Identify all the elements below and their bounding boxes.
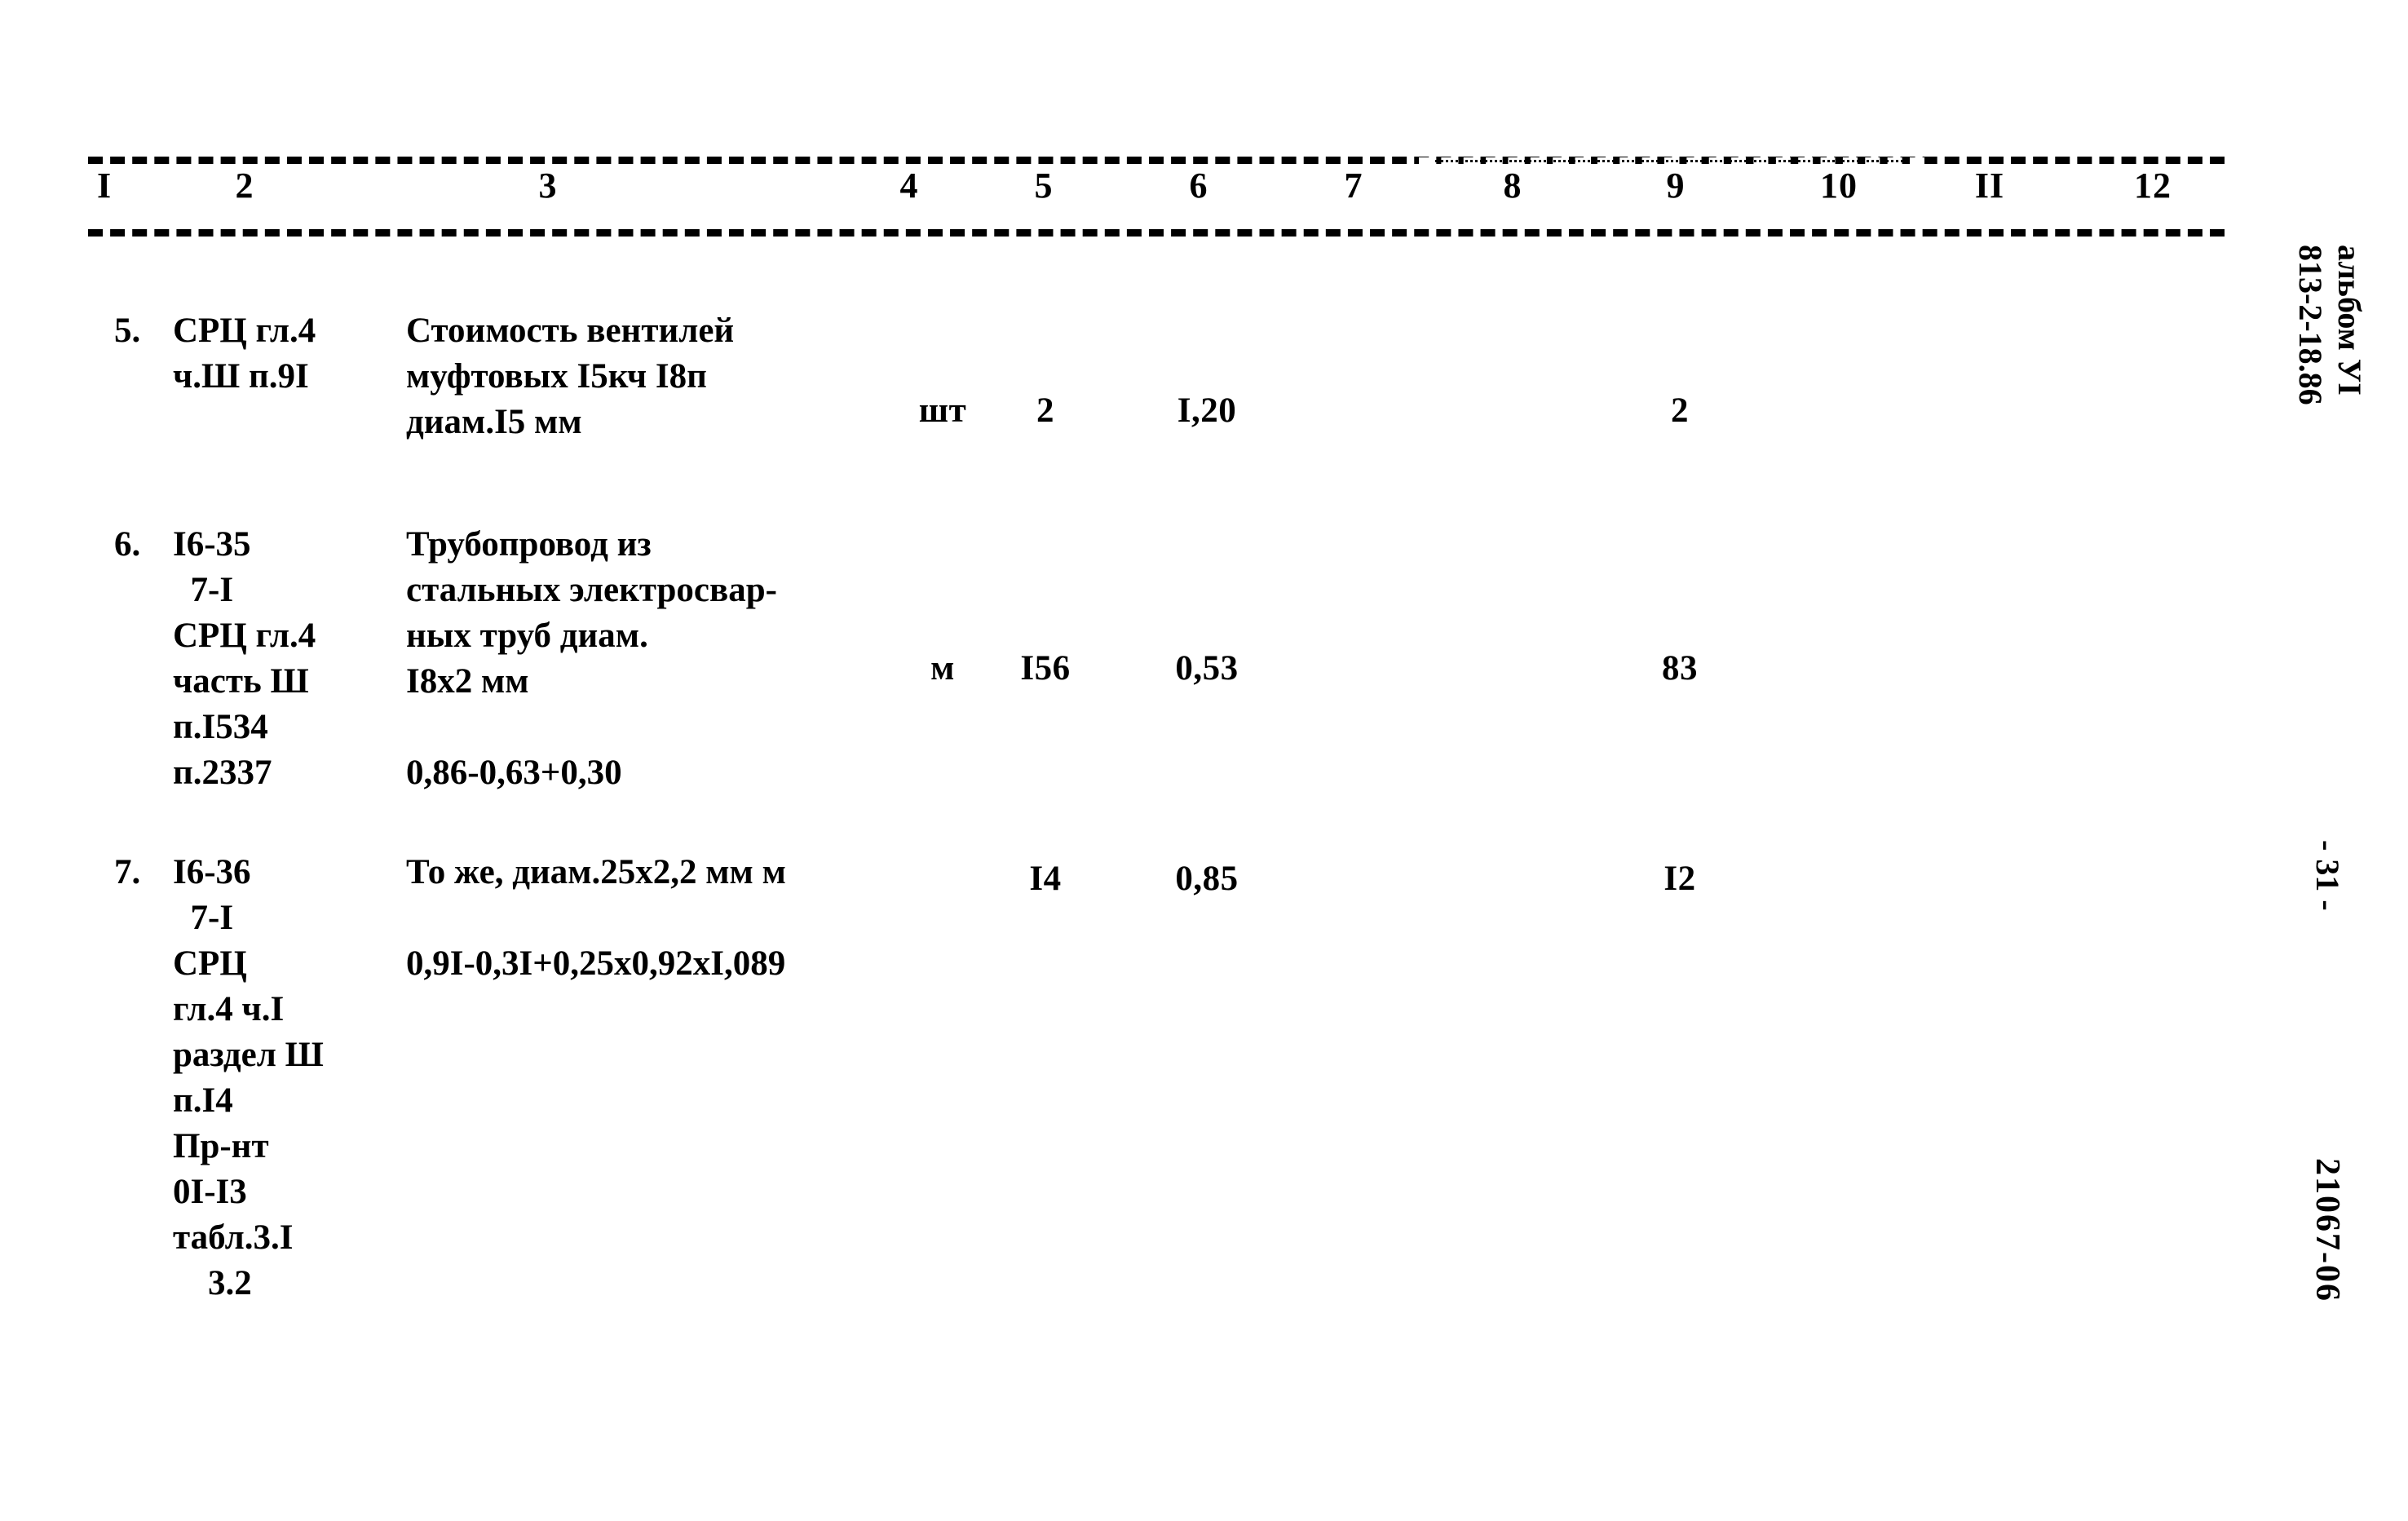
code-line: часть Ш <box>173 662 309 701</box>
row-quantity-cell: 2 <box>1036 391 1054 430</box>
column-header-10: 10 <box>1820 166 1858 206</box>
code-line: I6-35 <box>173 525 251 564</box>
column-header-1: I <box>96 166 113 206</box>
scanned-page: I 2 3 4 5 6 7 8 9 10 II 12 5. СРЦ гл.4 ч.Ш п.9I Стоимо… <box>0 0 2408 1521</box>
row-description-block: Трубопровод из стальных электросвар-ных т… <box>406 522 777 796</box>
row-col9-cell: I2 <box>1664 860 1696 898</box>
column-header-11: II <box>1974 166 2005 206</box>
code-line: СРЦ <box>173 944 247 983</box>
description-line: ных труб диам. <box>406 617 648 655</box>
code-line: I6-36 <box>173 853 251 891</box>
row-col9-cell: 2 <box>1671 391 1689 430</box>
column-header-9: 9 <box>1666 166 1686 206</box>
description-line: То же, диам.25х2,2 мм м <box>406 853 786 891</box>
code-line: ч.Ш п.9I <box>173 357 309 396</box>
code-line: п.I534 <box>173 708 268 746</box>
row-description-block: То же, диам.25х2,2 мм м 0,9I-0,3I+0,25х0… <box>406 850 786 987</box>
code-line: 0I-I3 <box>173 1173 247 1211</box>
row-price-cell: 0,85 <box>1175 860 1239 898</box>
row-price-cell: 0,53 <box>1175 649 1239 688</box>
code-line: гл.4 ч.I <box>173 990 285 1028</box>
document-code-margin-note: 21067-06 <box>2309 1158 2346 1302</box>
column-header-3: 3 <box>538 166 558 206</box>
album-margin-note: альбом УI 813-2-18.86 <box>2292 245 2368 405</box>
column-header-7: 7 <box>1344 166 1363 206</box>
row-col9-cell: 83 <box>1662 649 1698 688</box>
row-code-block: СРЦ гл.4 ч.Ш п.9I <box>173 308 316 400</box>
code-line: 3.2 <box>173 1264 252 1302</box>
description-line: Трубопровод из <box>406 525 652 564</box>
column-header-8: 8 <box>1503 166 1522 206</box>
row-code-block: I6-36 7-I СРЦ гл.4 ч.I раздел Ш п.I4 Пр-нт 0I-… <box>173 850 324 1307</box>
code-line: СРЦ гл.4 <box>173 617 316 655</box>
description-line: 0,86-0,63+0,30 <box>406 754 622 792</box>
description-line <box>406 705 777 750</box>
code-line: раздел Ш <box>173 1036 324 1074</box>
row-unit-cell: м <box>930 649 955 688</box>
row-quantity-cell: I56 <box>1020 649 1071 688</box>
code-line: табл.3.I <box>173 1218 294 1257</box>
column-header-12: 12 <box>2134 166 2172 206</box>
page-number-margin-note: - 31 - <box>2309 840 2346 911</box>
code-line: СРЦ гл.4 <box>173 312 316 350</box>
row-index: 7. <box>114 853 141 891</box>
code-line: п.2337 <box>173 754 272 792</box>
row-quantity-cell: I4 <box>1029 860 1062 898</box>
description-line: муфтовых I5кч I8п <box>406 357 707 396</box>
code-line: 7-I <box>173 571 234 609</box>
code-line: 7-I <box>173 899 234 937</box>
row-index: 6. <box>114 525 141 564</box>
description-line: I8х2 мм <box>406 662 529 701</box>
code-line: п.I4 <box>173 1081 233 1120</box>
column-header-2: 2 <box>235 166 254 206</box>
table-header-bottom-dashed-rule <box>88 229 2225 237</box>
description-line: Стоимоcть вентилей <box>406 312 735 350</box>
column-header-5: 5 <box>1034 166 1054 206</box>
row-unit-cell: шт <box>918 391 967 430</box>
row-description-block: Стоимоcть вентилей муфтовых I5кч I8п диам.… <box>406 308 734 445</box>
code-line: Пр-нт <box>173 1127 269 1165</box>
description-line: 0,9I-0,3I+0,25х0,92хI,089 <box>406 944 786 983</box>
column-header-6: 6 <box>1189 166 1208 206</box>
row-price-cell: I,20 <box>1177 391 1237 430</box>
row-code-block: I6-35 7-I СРЦ гл.4 часть Ш п.I534 п.2337 <box>173 522 316 796</box>
description-line <box>406 895 786 941</box>
table-top-rule-faint-dots <box>1435 160 1908 162</box>
column-header-4: 4 <box>899 166 919 206</box>
description-line: диам.I5 мм <box>406 403 582 441</box>
description-line: стальных электросвар- <box>406 571 777 609</box>
row-index: 5. <box>114 312 141 350</box>
